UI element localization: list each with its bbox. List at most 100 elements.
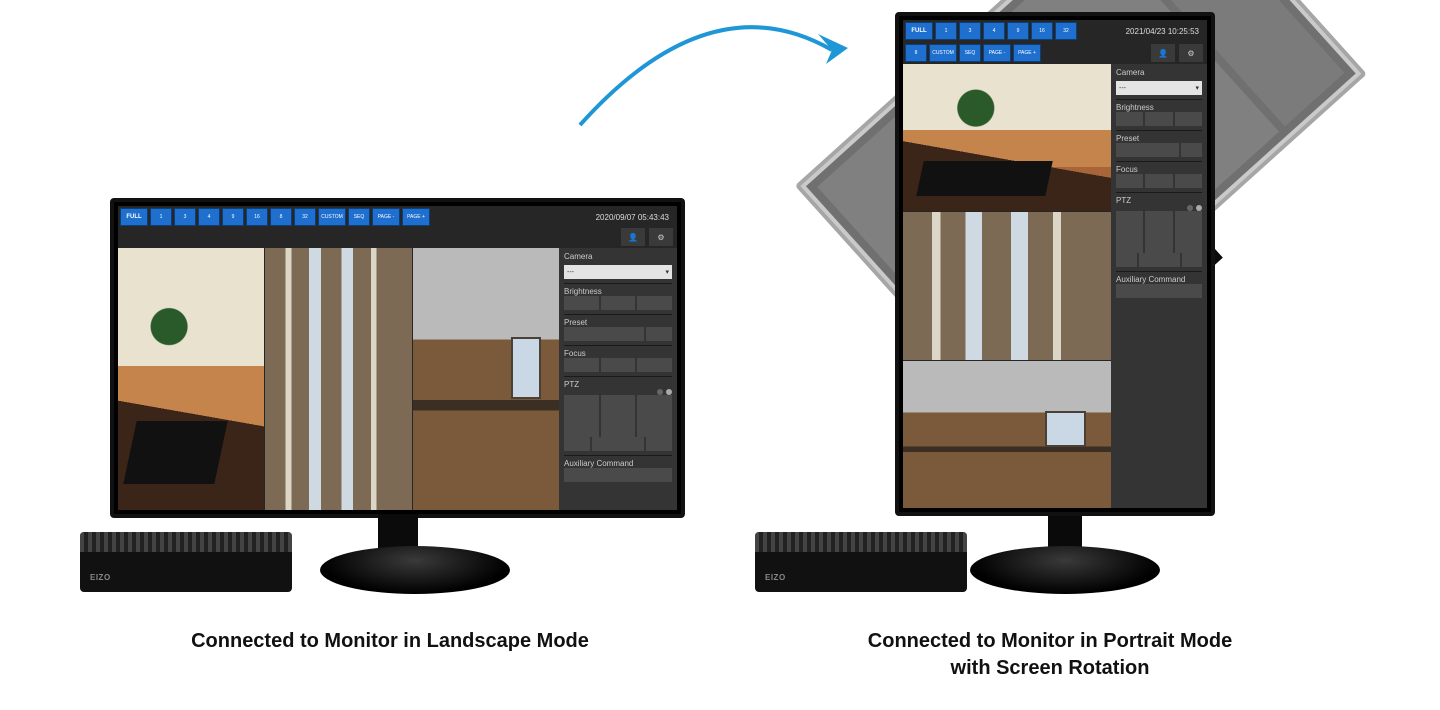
zoom-in-p[interactable] [1182, 253, 1203, 267]
page-next-button[interactable]: PAGE + [402, 208, 430, 226]
layout-8-button[interactable]: 8 [270, 208, 292, 226]
preset-select[interactable] [564, 327, 644, 341]
preset-home-button[interactable] [646, 327, 673, 341]
feed-lounge-p[interactable] [903, 64, 1111, 211]
caption-landscape: Connected to Monitor in Landscape Mode [60, 628, 720, 655]
monitor-landscape: FULL 1 3 4 9 16 8 32 CUSTOM SEQ PAGE - P… [110, 198, 685, 518]
aux-select-p[interactable] [1116, 284, 1202, 298]
brightness-down[interactable] [564, 296, 599, 310]
ptz-left-p[interactable] [1116, 225, 1143, 239]
decoder-brand-p: EIZO [765, 573, 786, 582]
ptz-center-p[interactable] [1145, 225, 1172, 239]
layout-1-button[interactable]: 1 [150, 208, 172, 226]
camera-select-p[interactable]: ---▾ [1116, 81, 1202, 95]
camera-feeds [118, 248, 559, 510]
ptz-down-p[interactable] [1145, 239, 1172, 253]
ptz-downleft-p[interactable] [1116, 239, 1143, 253]
layout-8-button-p[interactable]: 8 [905, 44, 927, 62]
focus-auto[interactable] [637, 358, 672, 372]
chevron-down-icon-p: ▾ [1195, 84, 1199, 92]
layout-full-button[interactable]: FULL [120, 208, 148, 226]
layout-9-button-p[interactable]: 9 [1007, 22, 1029, 40]
ptz-down[interactable] [601, 423, 636, 437]
ptz-upleft-p[interactable] [1116, 211, 1143, 225]
brightness-up-p[interactable] [1145, 112, 1172, 126]
ptz-right[interactable] [637, 409, 672, 423]
chevron-down-icon: ▾ [665, 268, 669, 276]
layout-3-button[interactable]: 3 [174, 208, 196, 226]
user-icon[interactable]: 👤 [621, 228, 645, 246]
camera-select[interactable]: ---▾ [564, 265, 672, 279]
monitor-stand-portrait [970, 546, 1160, 594]
ptz-up-p[interactable] [1145, 211, 1172, 225]
user-icon-p[interactable]: 👤 [1151, 44, 1175, 62]
feed-doorway-p[interactable] [903, 212, 1111, 359]
focus-near-p[interactable] [1116, 174, 1143, 188]
camera-feeds-p [903, 64, 1111, 508]
feed-hallway-p[interactable] [903, 361, 1111, 508]
layout-9-button[interactable]: 9 [222, 208, 244, 226]
layout-toolbar-p2: 8 CUSTOM SEQ PAGE - PAGE + 👤 ⚙ [903, 42, 1207, 64]
layout-16-button[interactable]: 16 [246, 208, 268, 226]
seq-button[interactable]: SEQ [348, 208, 370, 226]
gear-icon[interactable]: ⚙ [649, 228, 673, 246]
layout-4-button-p[interactable]: 4 [983, 22, 1005, 40]
brightness-down-p[interactable] [1116, 112, 1143, 126]
zoom-out-p[interactable] [1116, 253, 1137, 267]
layout-custom-button-p[interactable]: CUSTOM [929, 44, 957, 62]
focus-far-p[interactable] [1145, 174, 1172, 188]
page-prev-button[interactable]: PAGE - [372, 208, 400, 226]
ptz-upright-p[interactable] [1175, 211, 1202, 225]
ptz-left[interactable] [564, 409, 599, 423]
brightness-up[interactable] [601, 296, 636, 310]
page-next-button-p[interactable]: PAGE + [1013, 44, 1041, 62]
ptz-right-p[interactable] [1175, 225, 1202, 239]
brightness-label-p: Brightness [1116, 103, 1202, 112]
layout-1-button-p[interactable]: 1 [935, 22, 957, 40]
focus-near[interactable] [564, 358, 599, 372]
ptz-downright[interactable] [637, 423, 672, 437]
control-panel: Camera ---▾ Brightness Preset Focus [559, 248, 677, 510]
preset-select-p[interactable] [1116, 143, 1179, 157]
ptz-center[interactable] [601, 409, 636, 423]
focus-label-p: Focus [1116, 165, 1202, 174]
layout-16-button-p[interactable]: 16 [1031, 22, 1053, 40]
ptz-up[interactable] [601, 395, 636, 409]
ptz-label: PTZ [564, 380, 672, 389]
layout-4-button[interactable]: 4 [198, 208, 220, 226]
ptz-upright[interactable] [637, 395, 672, 409]
ptz-upleft[interactable] [564, 395, 599, 409]
gear-icon-p[interactable]: ⚙ [1179, 44, 1203, 62]
layout-toolbar-p1: FULL 1 3 4 9 16 32 2021/04/23 10:25:53 [903, 20, 1207, 42]
monitor-stand-landscape [320, 546, 510, 594]
feed-hallway[interactable] [413, 248, 559, 510]
zoom-slider-p[interactable] [1139, 253, 1180, 267]
layout-32-button-p[interactable]: 32 [1055, 22, 1077, 40]
ptz-downleft[interactable] [564, 423, 599, 437]
layout-custom-button[interactable]: CUSTOM [318, 208, 346, 226]
layout-toolbar: FULL 1 3 4 9 16 8 32 CUSTOM SEQ PAGE - P… [118, 206, 677, 228]
feed-lounge[interactable] [118, 248, 264, 510]
focus-auto-p[interactable] [1175, 174, 1202, 188]
layout-full-button-p[interactable]: FULL [905, 22, 933, 40]
aux-select[interactable] [564, 468, 672, 482]
aux-label-p: Auxiliary Command [1116, 275, 1202, 284]
decoder-box-right: EIZO [755, 532, 967, 592]
ptz-downright-p[interactable] [1175, 239, 1202, 253]
control-panel-p: Camera ---▾ Brightness Preset Focus [1111, 64, 1207, 508]
page-prev-button-p[interactable]: PAGE - [983, 44, 1011, 62]
screen-portrait: FULL 1 3 4 9 16 32 2021/04/23 10:25:53 8… [903, 20, 1207, 508]
aux-label: Auxiliary Command [564, 459, 672, 468]
zoom-out[interactable] [564, 437, 590, 451]
ptz-label-p: PTZ [1116, 196, 1202, 205]
seq-button-p[interactable]: SEQ [959, 44, 981, 62]
zoom-in[interactable] [646, 437, 672, 451]
zoom-slider[interactable] [592, 437, 644, 451]
feed-doorway[interactable] [265, 248, 411, 510]
focus-far[interactable] [601, 358, 636, 372]
brightness-reset-p[interactable] [1175, 112, 1202, 126]
brightness-reset[interactable] [637, 296, 672, 310]
layout-32-button[interactable]: 32 [294, 208, 316, 226]
layout-3-button-p[interactable]: 3 [959, 22, 981, 40]
preset-home-button-p[interactable] [1181, 143, 1202, 157]
